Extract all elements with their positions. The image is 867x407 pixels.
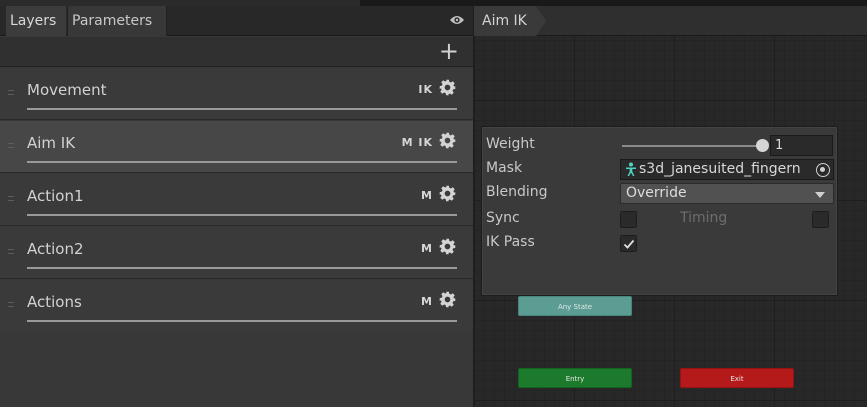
breadcrumb-item-aim-ik[interactable]: Aim IK bbox=[474, 6, 536, 36]
object-picker-icon[interactable] bbox=[816, 163, 830, 177]
state-node-entry[interactable]: Entry bbox=[518, 368, 632, 388]
mask-label: Mask bbox=[486, 160, 523, 176]
breadcrumb-label: Aim IK bbox=[482, 13, 527, 29]
layer-name: Aim IK bbox=[27, 134, 76, 152]
tab-parameters[interactable]: Parameters bbox=[67, 6, 167, 36]
add-layer-row: + bbox=[0, 37, 473, 67]
layers-empty-area bbox=[0, 331, 473, 407]
add-layer-button[interactable]: + bbox=[439, 39, 459, 63]
sync-label: Sync bbox=[486, 210, 520, 226]
layer-flags: M bbox=[421, 189, 433, 202]
layer-weight-bar bbox=[27, 267, 457, 269]
weight-row: Weight 1 bbox=[482, 133, 839, 157]
eye-icon[interactable] bbox=[449, 14, 465, 26]
ik-pass-checkbox[interactable] bbox=[620, 235, 637, 252]
ik-pass-row: IK Pass bbox=[482, 231, 839, 255]
layer-item-action1[interactable]: Action1 M bbox=[0, 174, 473, 226]
layer-name: Actions bbox=[27, 293, 82, 311]
timing-label: Timing bbox=[680, 210, 728, 226]
sync-row: Sync Timing bbox=[482, 207, 839, 231]
layer-item-movement[interactable]: Movement IK bbox=[0, 68, 473, 120]
chevron-down-icon bbox=[815, 192, 825, 198]
gear-icon[interactable] bbox=[439, 238, 456, 255]
timing-checkbox[interactable] bbox=[812, 211, 829, 228]
blending-dropdown[interactable]: Override bbox=[620, 183, 834, 204]
weight-label: Weight bbox=[486, 136, 535, 152]
weight-input[interactable]: 1 bbox=[770, 135, 833, 156]
layer-weight-bar bbox=[27, 320, 457, 322]
state-node-any-state[interactable]: Any State bbox=[518, 296, 632, 316]
drag-handle-icon[interactable] bbox=[8, 90, 14, 95]
breadcrumb-arrow-icon bbox=[536, 6, 546, 36]
layer-weight-bar bbox=[27, 214, 457, 216]
checkmark-icon bbox=[623, 239, 635, 249]
blending-value: Override bbox=[626, 185, 687, 201]
drag-handle-icon[interactable] bbox=[8, 196, 14, 201]
weight-slider-track[interactable] bbox=[622, 145, 762, 147]
layer-name: Action2 bbox=[27, 240, 84, 258]
mask-object-field[interactable]: s3d_janesuited_fingern bbox=[620, 159, 834, 180]
gear-icon[interactable] bbox=[439, 185, 456, 202]
layers-panel: Layers Parameters + Movement IK Aim IK M… bbox=[0, 0, 473, 407]
layer-settings-popup: Weight 1 Mask s3d_janesuited_fingern Ble… bbox=[481, 126, 838, 296]
layer-flags: IK bbox=[418, 83, 433, 96]
state-node-exit[interactable]: Exit bbox=[680, 368, 794, 388]
layer-weight-bar bbox=[27, 161, 457, 163]
avatar-mask-icon bbox=[626, 162, 636, 176]
layer-item-aim-ik[interactable]: Aim IK M IK bbox=[0, 121, 473, 173]
layer-flags: M IK bbox=[401, 136, 433, 149]
blending-row: Blending Override bbox=[482, 181, 839, 205]
weight-slider-handle[interactable] bbox=[755, 139, 769, 152]
drag-handle-icon[interactable] bbox=[8, 249, 14, 254]
blending-label: Blending bbox=[486, 184, 548, 200]
gear-icon[interactable] bbox=[439, 79, 456, 96]
mask-value: s3d_janesuited_fingern bbox=[639, 161, 801, 177]
tab-layers[interactable]: Layers bbox=[6, 6, 66, 36]
breadcrumb: Aim IK bbox=[474, 6, 867, 36]
layer-name: Movement bbox=[27, 81, 107, 99]
layer-item-action2[interactable]: Action2 M bbox=[0, 227, 473, 279]
layer-weight-bar bbox=[27, 108, 457, 110]
drag-handle-icon[interactable] bbox=[8, 302, 14, 307]
drag-handle-icon[interactable] bbox=[8, 143, 14, 148]
ik-pass-label: IK Pass bbox=[486, 234, 535, 250]
layer-name: Action1 bbox=[27, 187, 84, 205]
layer-item-actions[interactable]: Actions M bbox=[0, 280, 473, 332]
mask-row: Mask s3d_janesuited_fingern bbox=[482, 157, 839, 181]
gear-icon[interactable] bbox=[439, 291, 456, 308]
gear-icon[interactable] bbox=[439, 132, 456, 149]
layer-flags: M bbox=[421, 242, 433, 255]
layers-tab-bar: Layers Parameters bbox=[0, 6, 473, 36]
sync-checkbox[interactable] bbox=[620, 211, 637, 228]
layer-flags: M bbox=[421, 295, 433, 308]
